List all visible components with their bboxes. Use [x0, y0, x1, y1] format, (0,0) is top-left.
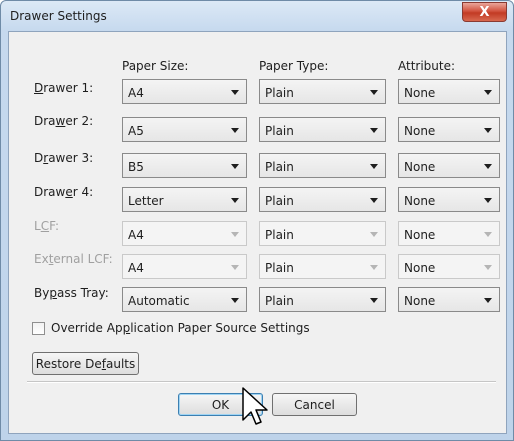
lcf-paper-size-select: A4: [122, 221, 247, 246]
drawer-2-paper-type-select[interactable]: Plain: [259, 117, 386, 142]
drawer-2-attribute-select[interactable]: None: [398, 117, 500, 142]
drawer-3-paper-type-select[interactable]: Plain: [259, 153, 386, 178]
chevron-down-icon: [484, 298, 492, 303]
chevron-down-icon: [484, 164, 492, 169]
external-lcf-label: External LCF:: [34, 252, 113, 266]
external-lcf-paper-size-select: A4: [122, 254, 247, 279]
bypass-tray-paper-size-select[interactable]: Automatic: [122, 287, 247, 312]
drawer-settings-window: Drawer Settings X Paper Size: Paper Type…: [0, 0, 514, 441]
attribute-header: Attribute:: [398, 59, 456, 73]
close-button[interactable]: X: [462, 2, 507, 22]
drawer-2-paper-size-select[interactable]: A5: [122, 117, 247, 142]
chevron-down-icon: [231, 298, 239, 303]
drawer-2-label: Drawer 2:: [34, 114, 94, 128]
bypass-tray-paper-type-select[interactable]: Plain: [259, 287, 386, 312]
paper-size-header: Paper Size:: [122, 59, 189, 73]
dialog-client-area: Paper Size: Paper Type: Attribute: Drawe…: [8, 31, 507, 434]
cancel-button[interactable]: Cancel: [272, 393, 357, 416]
chevron-down-icon: [231, 198, 239, 203]
window-title: Drawer Settings: [10, 9, 107, 23]
restore-defaults-button[interactable]: Restore De f aults: [32, 352, 139, 375]
paper-type-header: Paper Type:: [259, 59, 329, 73]
chevron-down-icon: [484, 128, 492, 133]
chevron-down-icon: [370, 128, 378, 133]
chevron-down-icon: [484, 90, 492, 95]
chevron-down-icon: [231, 128, 239, 133]
chevron-down-icon: [231, 232, 239, 237]
chevron-down-icon: [231, 265, 239, 270]
lcf-paper-type-select: Plain: [259, 221, 386, 246]
drawer-1-attribute-select[interactable]: None: [398, 79, 500, 104]
chevron-down-icon: [370, 90, 378, 95]
chevron-down-icon: [231, 164, 239, 169]
separator: [27, 381, 496, 383]
drawer-3-attribute-select[interactable]: None: [398, 153, 500, 178]
drawer-1-paper-type-select[interactable]: Plain: [259, 79, 386, 104]
lcf-label: LCF:: [34, 219, 60, 233]
chevron-down-icon: [370, 198, 378, 203]
chevron-down-icon: [370, 164, 378, 169]
drawer-4-attribute-select[interactable]: None: [398, 187, 500, 212]
chevron-down-icon: [484, 198, 492, 203]
external-lcf-attribute-select: None: [398, 254, 500, 279]
drawer-1-paper-size-select[interactable]: A4: [122, 79, 247, 104]
chevron-down-icon: [370, 232, 378, 237]
drawer-3-label: Drawer 3:: [34, 151, 94, 165]
mouse-pointer-icon: [242, 387, 268, 425]
bypass-tray-attribute-select[interactable]: None: [398, 287, 500, 312]
lcf-attribute-select: None: [398, 221, 500, 246]
chevron-down-icon: [484, 265, 492, 270]
drawer-4-paper-size-select[interactable]: Letter: [122, 187, 247, 212]
override-checkbox[interactable]: [32, 322, 45, 335]
drawer-1-label: Drawer 1:: [34, 81, 94, 95]
chevron-down-icon: [231, 90, 239, 95]
chevron-down-icon: [484, 232, 492, 237]
override-checkbox-label[interactable]: Override Application Paper Source Settin…: [51, 321, 310, 335]
drawer-4-label: Drawer 4:: [34, 185, 94, 199]
chevron-down-icon: [370, 298, 378, 303]
external-lcf-paper-type-select: Plain: [259, 254, 386, 279]
drawer-4-paper-type-select[interactable]: Plain: [259, 187, 386, 212]
close-icon: X: [479, 4, 490, 20]
bypass-tray-label: Bypass Tray:: [34, 286, 109, 300]
drawer-3-paper-size-select[interactable]: B5: [122, 153, 247, 178]
chevron-down-icon: [370, 265, 378, 270]
